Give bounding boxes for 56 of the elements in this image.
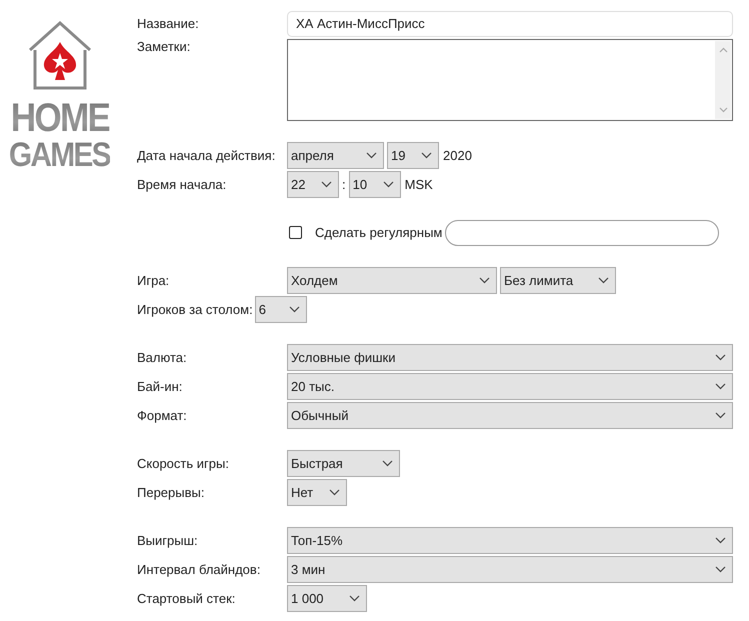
field-label: Бай-ин: bbox=[137, 379, 184, 394]
caret-icon bbox=[479, 277, 490, 284]
dropdown[interactable]: 10 bbox=[348, 171, 401, 198]
field-label: Заметки: bbox=[137, 39, 192, 54]
notes-field[interactable] bbox=[287, 39, 733, 121]
dropdown[interactable]: апреля bbox=[287, 142, 384, 169]
field-label: Формат: bbox=[137, 408, 188, 423]
caret-icon bbox=[715, 412, 726, 419]
dropdown[interactable]: Условные фишки bbox=[287, 344, 733, 371]
dropdown[interactable]: Топ-15% bbox=[287, 527, 733, 554]
input-field[interactable] bbox=[445, 220, 720, 246]
field-label: Интервал блайндов: bbox=[137, 562, 262, 577]
field-label: Валюта: bbox=[137, 350, 188, 365]
field-label: Дата начала действия: bbox=[137, 148, 276, 163]
caret-icon bbox=[366, 152, 377, 159]
caret-icon bbox=[321, 181, 332, 188]
scrollbar[interactable] bbox=[715, 41, 731, 119]
field-label: Игроков за столом: bbox=[137, 302, 253, 317]
dropdown[interactable]: 6 bbox=[254, 296, 307, 323]
dropdown[interactable]: 19 bbox=[387, 142, 439, 169]
dropdown[interactable]: Нет bbox=[287, 479, 347, 506]
dropdown[interactable]: Обычный bbox=[287, 402, 733, 429]
caret-icon bbox=[382, 460, 393, 467]
caret-icon bbox=[382, 181, 394, 188]
scroll-down-icon[interactable] bbox=[718, 107, 728, 113]
field-label: Выигрыш: bbox=[137, 533, 199, 548]
scroll-up-icon[interactable] bbox=[718, 47, 728, 53]
dropdown[interactable]: Без лимита bbox=[500, 267, 616, 294]
caret-icon bbox=[288, 306, 300, 313]
caret-icon bbox=[598, 277, 609, 284]
dropdown[interactable]: 1 000 bbox=[287, 585, 367, 612]
dropdown[interactable]: 20 тыс. bbox=[287, 373, 733, 400]
name-field[interactable]: ХА Астин-МиссПрисс bbox=[287, 10, 733, 36]
caret-icon bbox=[421, 152, 432, 159]
dropdown[interactable]: 3 мин bbox=[287, 556, 733, 583]
separator-text: : bbox=[342, 177, 346, 192]
dropdown[interactable]: 22 bbox=[287, 171, 339, 198]
dropdown[interactable]: Быстрая bbox=[287, 450, 400, 477]
caret-icon bbox=[715, 354, 726, 361]
caret-icon bbox=[329, 489, 340, 496]
field-label: Перерывы: bbox=[137, 485, 206, 500]
dropdown[interactable]: Холдем bbox=[287, 267, 497, 294]
field-label: Стартовый стек: bbox=[137, 591, 236, 606]
checkbox-label[interactable]: Сделать регулярным bbox=[315, 225, 442, 240]
field-label: Название: bbox=[137, 16, 200, 31]
caret-icon bbox=[715, 537, 726, 544]
field-label: Скорость игры: bbox=[137, 456, 230, 471]
suffix-text: MSK bbox=[404, 177, 433, 192]
caret-icon bbox=[349, 595, 360, 602]
house-spade-icon bbox=[26, 20, 92, 90]
field-label: Игра: bbox=[137, 273, 170, 288]
field-label: Время начала: bbox=[137, 177, 228, 192]
checkbox[interactable] bbox=[289, 226, 302, 239]
caret-icon bbox=[715, 383, 726, 390]
suffix-text: 2020 bbox=[443, 148, 472, 163]
caret-icon bbox=[715, 566, 726, 573]
